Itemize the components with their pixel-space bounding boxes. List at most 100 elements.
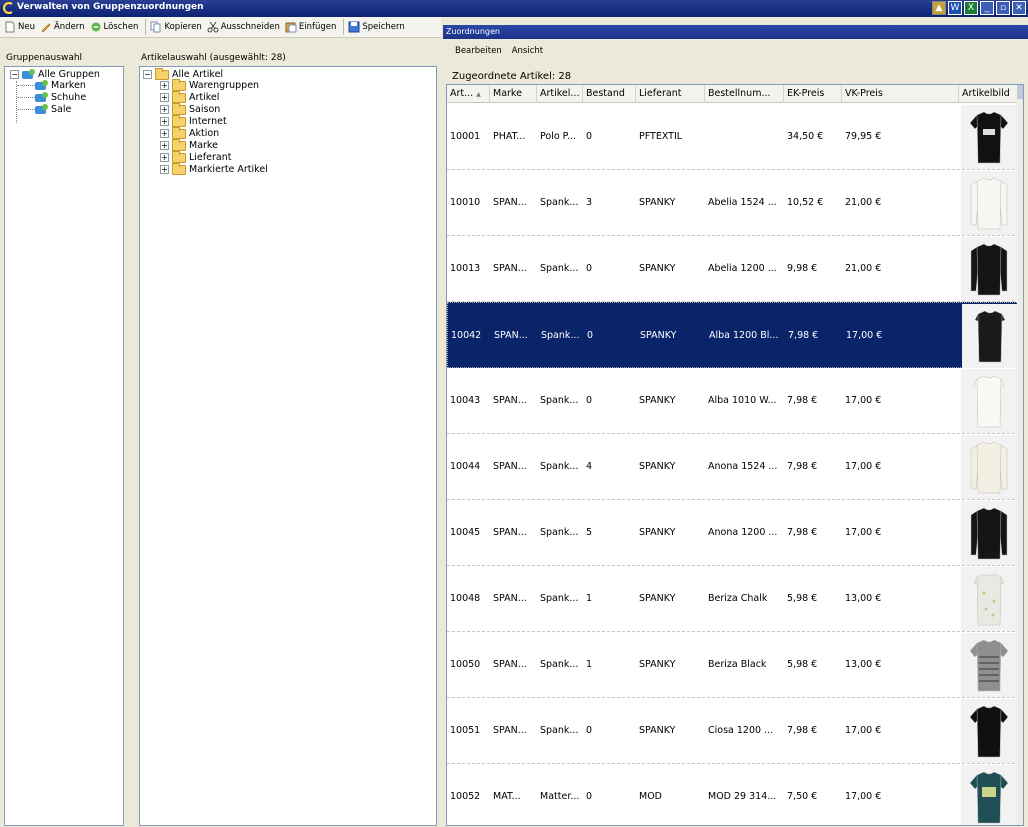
col-marke-cell: SPAN... — [493, 395, 527, 406]
excel-icon[interactable]: X — [964, 1, 978, 15]
table-row[interactable]: 10044 SPAN... Spank... 4 SPANKY Anona 1524 ..… — [447, 434, 1023, 500]
new-button[interactable]: Neu — [3, 18, 39, 36]
assigned-articles-grid[interactable]: Art... ▲ Marke Artikel... Bestand Lieferant Be… — [446, 84, 1024, 826]
article-image — [962, 304, 1018, 368]
tree-node-schuhe[interactable]: Schuhe — [35, 92, 86, 103]
expand-icon[interactable]: + — [160, 129, 169, 138]
table-row[interactable]: 10045 SPAN... Spank... 5 SPANKY Anona 1200 ..… — [447, 500, 1023, 566]
col-bestand-header[interactable]: Bestand — [583, 85, 636, 103]
col-art-cell: 10052 — [450, 791, 481, 802]
sort-ascending-icon: ▲ — [476, 91, 481, 98]
table-row[interactable]: 10042 SPAN... Spank... 0 SPANKY Alba 1200 Bl.… — [447, 302, 1023, 368]
col-marke-header[interactable]: Marke — [490, 85, 537, 103]
tree-node-markierte-artikel[interactable]: + Markierte Artikel — [160, 162, 268, 175]
col-vk-preis-cell: 17,00 € — [845, 725, 882, 736]
expand-icon[interactable]: + — [160, 81, 169, 90]
article-tree[interactable]: − Alle Artikel + Warengruppen + Artikel … — [139, 66, 437, 826]
scrollbar-thumb[interactable] — [1017, 85, 1023, 99]
tree-node-sale[interactable]: Sale — [35, 104, 71, 115]
col-art-header[interactable]: Art... ▲ — [447, 85, 490, 103]
col-marke-cell: SPAN... — [493, 659, 527, 670]
tree-node-marken[interactable]: Marken — [35, 80, 86, 91]
tree-node-artikel[interactable]: + Artikel — [160, 90, 219, 103]
folder-icon — [172, 138, 186, 151]
col-artikel-cell: Spank... — [540, 461, 579, 472]
folder-icon — [172, 90, 186, 103]
paste-icon — [285, 22, 297, 33]
maximize-icon[interactable]: ▫ — [996, 1, 1010, 15]
window-title: Verwalten von Gruppenzuordnungen — [17, 2, 204, 12]
table-row[interactable]: 10013 SPAN... Spank... 0 SPANKY Abelia 1200 .… — [447, 236, 1023, 302]
col-vk-preis-header[interactable]: VK-Preis — [842, 85, 959, 103]
group-icon — [35, 104, 48, 115]
tree-node-internet[interactable]: + Internet — [160, 114, 227, 127]
col-art-cell: 10048 — [450, 593, 481, 604]
close-icon[interactable]: ✕ — [1012, 1, 1026, 15]
col-ek-preis-cell: 7,98 € — [787, 395, 818, 406]
tray-icon[interactable]: ▲ — [932, 1, 946, 15]
col-artikelbild-header[interactable]: Artikelbild — [959, 85, 1019, 103]
expand-icon[interactable]: + — [160, 153, 169, 162]
table-row[interactable]: 10001 PHAT... Polo P... 0 PFTEXTIL 34,50 € 79,… — [447, 104, 1023, 170]
menu-ansicht[interactable]: Ansicht — [512, 46, 543, 56]
assigned-articles-title: Zugeordnete Artikel: 28 — [450, 71, 574, 82]
col-ek-preis-header[interactable]: EK-Preis — [784, 85, 842, 103]
expand-icon[interactable]: + — [160, 117, 169, 126]
word-icon[interactable]: W — [948, 1, 962, 15]
copy-button[interactable]: Kopieren — [149, 18, 205, 36]
col-art-cell: 10045 — [450, 527, 481, 538]
main-toolbar: Neu Ändern Löschen Kopieren Ausschneiden… — [0, 17, 441, 38]
table-row[interactable]: 10043 SPAN... Spank... 0 SPANKY Alba 1010 W..… — [447, 368, 1023, 434]
expand-icon[interactable]: + — [160, 165, 169, 174]
collapse-icon[interactable]: − — [10, 70, 19, 79]
tree-node-saison[interactable]: + Saison — [160, 102, 220, 115]
cut-button[interactable]: Ausschneiden — [206, 18, 284, 36]
col-artikel-header[interactable]: Artikel... — [537, 85, 583, 103]
save-button[interactable]: Speichern — [347, 18, 408, 36]
col-art-cell: 10010 — [450, 197, 481, 208]
col-ek-preis-cell: 10,52 € — [787, 197, 824, 208]
tree-node-aktion[interactable]: + Aktion — [160, 126, 219, 139]
table-row[interactable]: 10051 SPAN... Spank... 0 SPANKY Ciosa 1200 ..… — [447, 698, 1023, 764]
minimize-icon[interactable]: _ — [980, 1, 994, 15]
expand-icon[interactable]: + — [160, 141, 169, 150]
tree-node-all-groups[interactable]: − Alle Gruppen — [10, 69, 100, 80]
col-vk-preis-cell: 17,00 € — [845, 527, 882, 538]
col-ek-preis-cell: 7,98 € — [787, 461, 818, 472]
col-marke-cell: SPAN... — [493, 725, 527, 736]
col-bestellnummer-header[interactable]: Bestellnum... — [705, 85, 784, 103]
article-image — [961, 699, 1017, 763]
tree-node-warengruppen[interactable]: + Warengruppen — [160, 78, 259, 91]
toolbar-separator — [145, 19, 147, 35]
col-lieferant-cell: SPANKY — [639, 725, 676, 736]
col-lieferant-cell: MOD — [639, 791, 662, 802]
table-row[interactable]: 10048 SPAN... Spank... 1 SPANKY Beriza Chalk 5… — [447, 566, 1023, 632]
tree-node-marke[interactable]: + Marke — [160, 138, 218, 151]
col-bestellnummer-cell: Beriza Black — [708, 659, 767, 670]
col-bestellnummer-cell: Anona 1200 ... — [708, 527, 778, 538]
article-image — [961, 237, 1017, 301]
expand-icon[interactable]: + — [160, 105, 169, 114]
table-row[interactable]: 10052 MAT... Matter... 0 MOD MOD 29 314... 7,5… — [447, 764, 1023, 825]
col-artikel-cell: Matter... — [540, 791, 580, 802]
tree-node-all-articles[interactable]: − Alle Artikel — [143, 67, 223, 80]
menu-bearbeiten[interactable]: Bearbeiten — [455, 46, 502, 56]
group-tree[interactable]: − Alle Gruppen Marken Schuhe Sale — [4, 66, 124, 826]
tree-node-lieferant[interactable]: + Lieferant — [160, 150, 231, 163]
black-tee-icon — [969, 705, 1009, 758]
edit-button[interactable]: Ändern — [39, 18, 89, 36]
expand-icon[interactable]: + — [160, 93, 169, 102]
column-header-label: Artikelbild — [962, 88, 1010, 99]
collapse-icon[interactable]: − — [143, 70, 152, 79]
table-row[interactable]: 10050 SPAN... Spank... 1 SPANKY Beriza Black 5… — [447, 632, 1023, 698]
col-lieferant-header[interactable]: Lieferant — [636, 85, 705, 103]
vertical-scrollbar[interactable] — [1017, 85, 1023, 825]
col-vk-preis-cell: 13,00 € — [845, 593, 882, 604]
delete-button[interactable]: Löschen — [89, 18, 143, 36]
teal-print-tee-icon — [969, 771, 1009, 824]
folder-icon — [172, 162, 186, 175]
paste-button[interactable]: Einfügen — [284, 18, 341, 36]
article-panel-title: Artikelauswahl (ausgewählt: 28) — [139, 53, 288, 63]
table-row[interactable]: 10010 SPAN... Spank... 3 SPANKY Abelia 1524 .… — [447, 170, 1023, 236]
col-marke-cell: SPAN... — [494, 330, 528, 341]
